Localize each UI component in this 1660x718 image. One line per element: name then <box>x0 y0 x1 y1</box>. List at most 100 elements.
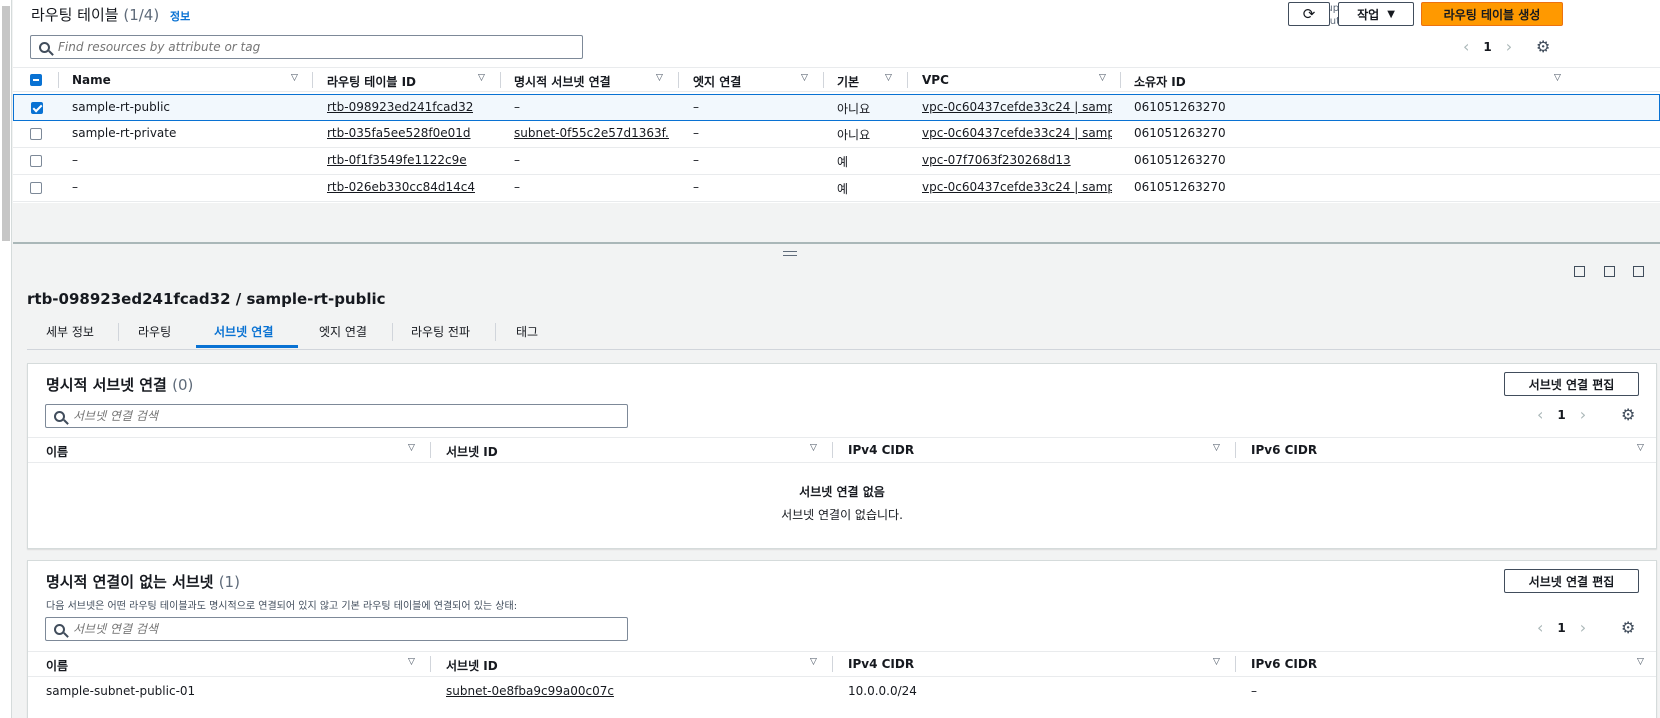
row-checkbox[interactable] <box>30 155 42 167</box>
edit-subnet-associations-button[interactable]: 서브넷 연결 편집 <box>1504 569 1639 593</box>
resource-search[interactable] <box>30 35 583 59</box>
col-subnet-id[interactable]: 서브넷 ID <box>446 657 498 674</box>
route-table-id-link[interactable]: rtb-0f1f3549fe1122c9e <box>327 153 467 167</box>
page-number[interactable]: 1 <box>1483 40 1491 54</box>
chevron-left-icon[interactable]: ‹ <box>1537 618 1543 637</box>
col-subnet-id[interactable]: 서브넷 ID <box>446 443 498 460</box>
sort-icon[interactable]: ▽ <box>810 657 817 667</box>
col-vpc[interactable]: VPC <box>922 73 949 87</box>
table-row[interactable]: – rtb-026eb330cc84d14c4 – – 예 vpc-0c6043… <box>13 175 1660 202</box>
actions-button[interactable]: 작업 ▼ <box>1338 2 1414 26</box>
sort-icon[interactable]: ▽ <box>801 73 808 83</box>
chevron-left-icon[interactable]: ‹ <box>1537 405 1543 424</box>
route-table-id-link[interactable]: rtb-098923ed241fcad32 <box>327 100 473 114</box>
sort-icon[interactable]: ▽ <box>1637 443 1644 453</box>
route-table-id-link[interactable]: rtb-026eb330cc84d14c4 <box>327 180 475 194</box>
row-checkbox[interactable] <box>31 102 43 114</box>
chevron-right-icon[interactable]: › <box>1580 405 1586 424</box>
detail-title: rtb-098923ed241fcad32 / sample-rt-public <box>27 290 386 308</box>
row-edge: – <box>693 153 699 167</box>
col-ipv6[interactable]: IPv6 CIDR <box>1251 443 1317 457</box>
implicit-subnet-container: 명시적 연결이 없는 서브넷 (1) 다음 서브넷은 어떤 라우팅 테이블과도 … <box>27 560 1657 718</box>
col-owner-id[interactable]: 소유자 ID <box>1134 73 1186 90</box>
sort-icon[interactable]: ▽ <box>885 73 892 83</box>
col-name[interactable]: Name <box>72 73 111 87</box>
sort-icon[interactable]: ▽ <box>1554 73 1561 83</box>
refresh-icon: ⟳ <box>1302 5 1316 23</box>
settings-gear-icon[interactable]: ⚙ <box>1621 618 1635 637</box>
caret-down-icon: ▼ <box>1387 8 1395 20</box>
tab-routes[interactable]: 라우팅 <box>138 323 171 340</box>
subnet-link[interactable]: subnet-0f55c2e57d1363f... <box>514 126 669 140</box>
sort-icon[interactable]: ▽ <box>1637 657 1644 667</box>
tab-subnet-associations[interactable]: 서브넷 연결 <box>214 323 273 340</box>
chevron-left-icon[interactable]: ‹ <box>1463 37 1469 56</box>
vpc-link[interactable]: vpc-0c60437cefde33c24 | samp... <box>922 100 1112 114</box>
table-row[interactable]: sample-rt-public rtb-098923ed241fcad32 –… <box>13 94 1660 121</box>
col-name[interactable]: 이름 <box>46 443 68 460</box>
row-checkbox[interactable] <box>30 128 42 140</box>
sort-icon[interactable]: ▽ <box>810 443 817 453</box>
implicit-search-input[interactable] <box>73 622 589 636</box>
explicit-search-input[interactable] <box>73 409 589 423</box>
vpc-link[interactable]: vpc-0c60437cefde33c24 | samp... <box>922 126 1112 140</box>
col-edge[interactable]: 엣지 연결 <box>693 73 741 90</box>
tab-tags[interactable]: 태그 <box>516 323 538 340</box>
row-checkbox[interactable] <box>30 182 42 194</box>
table-row[interactable]: – rtb-0f1f3549fe1122c9e – – 예 vpc-07f706… <box>13 148 1660 175</box>
col-ipv6[interactable]: IPv6 CIDR <box>1251 657 1317 671</box>
vpc-link[interactable]: vpc-0c60437cefde33c24 | samp... <box>922 180 1112 194</box>
edit-subnet-associations-button[interactable]: 서브넷 연결 편집 <box>1504 372 1639 396</box>
col-name[interactable]: 이름 <box>46 657 68 674</box>
sort-icon[interactable]: ▽ <box>656 73 663 83</box>
explicit-search[interactable] <box>45 404 628 428</box>
sort-icon[interactable]: ▽ <box>408 443 415 453</box>
refresh-button[interactable]: ⟳ <box>1288 2 1330 26</box>
left-scrollbar[interactable] <box>0 0 12 718</box>
table-row[interactable]: sample-rt-private rtb-035fa5ee528f0e01d … <box>13 121 1660 148</box>
select-all-checkbox[interactable] <box>30 74 42 86</box>
table-empty-area <box>13 203 1660 242</box>
resource-search-input[interactable] <box>58 40 547 54</box>
subnet-id-link[interactable]: subnet-0e8fba9c99a00c07c <box>446 684 614 698</box>
create-route-table-button[interactable]: 라우팅 테이블 생성 <box>1421 2 1563 26</box>
chevron-right-icon[interactable]: › <box>1506 37 1512 56</box>
sort-icon[interactable]: ▽ <box>1213 443 1220 453</box>
chevron-right-icon[interactable]: › <box>1580 618 1586 637</box>
implicit-search[interactable] <box>45 617 628 641</box>
row-main: 예 <box>837 182 849 196</box>
col-ipv4[interactable]: IPv4 CIDR <box>848 657 914 671</box>
sort-icon[interactable]: ▽ <box>291 73 298 83</box>
sort-icon[interactable]: ▽ <box>1213 657 1220 667</box>
row-name: sample-rt-public <box>72 100 171 114</box>
col-explicit-subnet[interactable]: 명시적 서브넷 연결 <box>514 73 611 90</box>
route-table-id-link[interactable]: rtb-035fa5ee528f0e01d <box>327 126 471 140</box>
table-row[interactable]: sample-subnet-public-01 subnet-0e8fba9c9… <box>28 678 1656 706</box>
panel-bottom-icon[interactable] <box>1574 266 1585 277</box>
left-scrollbar-thumb[interactable] <box>2 6 10 241</box>
info-link[interactable]: 정보 <box>170 10 190 23</box>
tab-route-propagation[interactable]: 라우팅 전파 <box>411 323 470 340</box>
sort-icon[interactable]: ▽ <box>478 73 485 83</box>
drag-handle-icon[interactable] <box>783 251 797 256</box>
vpc-link[interactable]: vpc-07f7063f230268d13 <box>922 153 1112 167</box>
panel-splitter[interactable] <box>13 242 1660 244</box>
col-ipv4[interactable]: IPv4 CIDR <box>848 443 914 457</box>
row-name: – <box>72 180 78 194</box>
sort-icon[interactable]: ▽ <box>408 657 415 667</box>
page-number[interactable]: 1 <box>1557 408 1565 422</box>
settings-gear-icon[interactable]: ⚙ <box>1536 37 1550 56</box>
page-number[interactable]: 1 <box>1557 621 1565 635</box>
explicit-pagination: ‹ 1 › <box>1537 405 1586 424</box>
settings-gear-icon[interactable]: ⚙ <box>1621 405 1635 424</box>
tab-details[interactable]: 세부 정보 <box>46 323 94 340</box>
col-main[interactable]: 기본 <box>837 73 859 90</box>
sort-icon[interactable]: ▽ <box>1099 73 1106 83</box>
col-route-table-id[interactable]: 라우팅 테이블 ID <box>327 73 416 90</box>
row-subnet: – <box>514 100 520 114</box>
tab-edge-associations[interactable]: 엣지 연결 <box>319 323 367 340</box>
row-owner: 061051263270 <box>1134 180 1226 194</box>
panel-full-icon[interactable] <box>1633 266 1644 277</box>
panel-side-icon[interactable] <box>1604 266 1615 277</box>
row-main: 아니요 <box>837 128 871 142</box>
